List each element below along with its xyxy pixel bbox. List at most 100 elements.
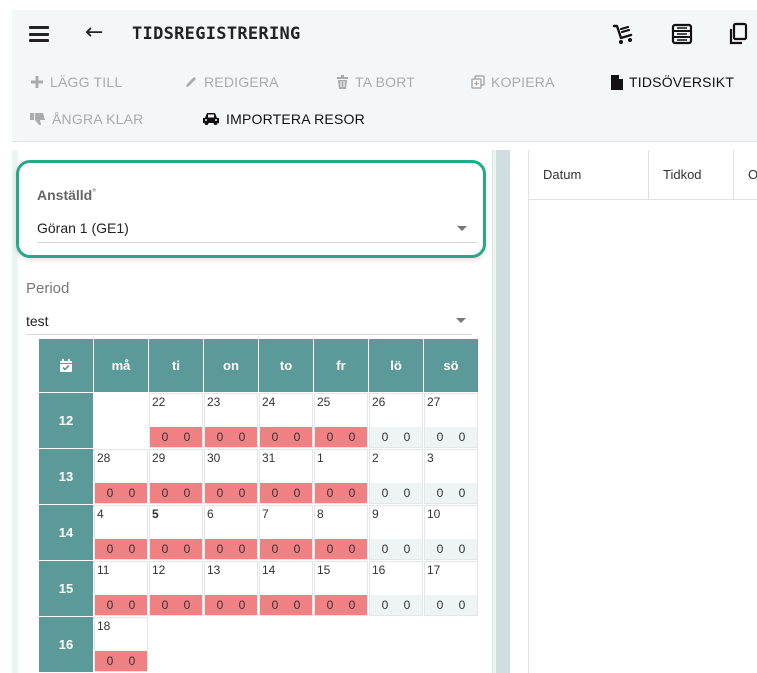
- calendar-day-cell[interactable]: 18 0 0: [94, 617, 148, 672]
- time-overview-button[interactable]: TIDSÖVERSIKT: [611, 74, 734, 90]
- calendar-day-header: to: [259, 339, 313, 392]
- scheduled-hours: 0: [238, 430, 246, 444]
- copy-button[interactable]: KOPIERA: [471, 74, 555, 90]
- calendar-day-cell[interactable]: 25 0 0: [314, 393, 368, 448]
- calendar-day-cell[interactable]: 27 0 0: [424, 393, 478, 448]
- chevron-down-icon[interactable]: [456, 318, 466, 323]
- import-trips-label: IMPORTERA RESOR: [226, 111, 365, 127]
- calendar-day-cell[interactable]: 10 0 0: [424, 505, 478, 560]
- week-number[interactable]: 14: [39, 505, 93, 560]
- day-hours: 00: [370, 539, 422, 559]
- day-number: 29: [152, 451, 166, 465]
- calendar-day-header: on: [204, 339, 258, 392]
- add-button[interactable]: LÄGG TILL: [30, 74, 122, 90]
- column-header-date[interactable]: Datum: [529, 150, 649, 200]
- calendar-day-cell[interactable]: 2 00: [369, 449, 423, 504]
- day-number: 26: [372, 395, 386, 409]
- cart-icon[interactable]: [611, 22, 635, 46]
- plus-icon: [31, 76, 43, 88]
- reported-hours: 0: [106, 598, 114, 612]
- calendar-day-cell[interactable]: 9 00: [369, 505, 423, 560]
- reported-hours: 0: [436, 486, 444, 500]
- scheduled-hours: 0: [403, 542, 411, 556]
- day-hours: 00: [370, 427, 422, 447]
- menu-icon[interactable]: [29, 26, 49, 42]
- calendar-day-cell[interactable]: 17 0 0: [424, 561, 478, 616]
- calendar-day-cell[interactable]: 24 0 0: [259, 393, 313, 448]
- calendar-day-cell[interactable]: 1 00: [314, 449, 368, 504]
- day-number: 18: [97, 619, 111, 633]
- week-number[interactable]: 13: [39, 449, 93, 504]
- reported-hours: 0: [161, 598, 169, 612]
- scheduled-hours: 0: [183, 430, 191, 444]
- calendar-day-cell[interactable]: 26 0 0: [369, 393, 423, 448]
- calendar-day-cell[interactable]: 11 0 0: [94, 561, 148, 616]
- calendar-day-cell[interactable]: 22 0 0: [149, 393, 203, 448]
- scheduled-hours: 0: [458, 542, 466, 556]
- scheduled-hours: 0: [348, 542, 356, 556]
- column-header-other[interactable]: O: [734, 150, 757, 200]
- day-hours: 00: [260, 595, 312, 615]
- day-hours: 00: [260, 427, 312, 447]
- toolbar: LÄGG TILL REDIGERA TA BORT KOPIERA TIDSÖ…: [12, 58, 757, 142]
- calendar-day-cell[interactable]: 6 00: [204, 505, 258, 560]
- day-number: 4: [97, 507, 104, 521]
- calendar-day-cell[interactable]: 5 00: [149, 505, 203, 560]
- time-overview-label: TIDSÖVERSIKT: [629, 74, 735, 90]
- calendar-day-cell[interactable]: 7 00: [259, 505, 313, 560]
- calendar-day-cell[interactable]: 8 00: [314, 505, 368, 560]
- list-icon[interactable]: [670, 22, 694, 46]
- calendar-day-cell[interactable]: 13 0 0: [204, 561, 258, 616]
- scheduled-hours: 0: [183, 598, 191, 612]
- back-arrow-icon[interactable]: ←: [85, 20, 103, 46]
- week-number[interactable]: 16: [39, 617, 93, 672]
- chevron-down-icon[interactable]: [457, 226, 467, 231]
- day-number: 25: [317, 395, 331, 409]
- scheduled-hours: 0: [403, 598, 411, 612]
- calendar-day-cell[interactable]: 30 0 0: [204, 449, 258, 504]
- week-number[interactable]: 15: [39, 561, 93, 616]
- delete-button[interactable]: TA BORT: [336, 74, 415, 90]
- day-hours: 00: [260, 483, 312, 503]
- period-label: Period: [26, 280, 70, 297]
- calendar-day-cell[interactable]: 4 00: [94, 505, 148, 560]
- day-hours: 00: [95, 483, 147, 503]
- week-number[interactable]: 12: [39, 393, 93, 448]
- employee-select[interactable]: Göran 1 (GE1): [37, 220, 129, 236]
- scheduled-hours: 0: [128, 486, 136, 500]
- calendar-day-cell[interactable]: 29 0 0: [149, 449, 203, 504]
- period-select[interactable]: test: [26, 313, 49, 329]
- calendar-week-header: [39, 339, 93, 392]
- day-number: 6: [207, 507, 214, 521]
- reported-hours: 0: [326, 430, 334, 444]
- calendar-day-cell[interactable]: 14 0 0: [259, 561, 313, 616]
- calendar-day-cell[interactable]: 28 0 0: [94, 449, 148, 504]
- column-header-timecode[interactable]: Tidkod: [649, 150, 734, 200]
- day-hours: 00: [370, 483, 422, 503]
- calendar-day-cell[interactable]: 23 0 0: [204, 393, 258, 448]
- day-number: 10: [427, 507, 441, 521]
- edit-button[interactable]: REDIGERA: [184, 74, 279, 90]
- copy-icon[interactable]: [726, 22, 750, 46]
- day-hours: 00: [315, 483, 367, 503]
- calendar-day-cell[interactable]: 12 0 0: [149, 561, 203, 616]
- calendar-day-cell[interactable]: 3 00: [424, 449, 478, 504]
- copy-label: KOPIERA: [491, 74, 555, 90]
- calendar-day-cell[interactable]: 16 0 0: [369, 561, 423, 616]
- day-hours: 00: [205, 595, 257, 615]
- import-trips-button[interactable]: IMPORTERA RESOR: [202, 111, 365, 127]
- scheduled-hours: 0: [238, 542, 246, 556]
- day-number: 23: [207, 395, 221, 409]
- calendar-day-cell[interactable]: 15 0 0: [314, 561, 368, 616]
- day-hours: 00: [370, 595, 422, 615]
- reported-hours: 0: [216, 542, 224, 556]
- calendar-day-cell[interactable]: 31 0 0: [259, 449, 313, 504]
- day-number: 8: [317, 507, 324, 521]
- reported-hours: 0: [216, 598, 224, 612]
- undo-done-button[interactable]: ÅNGRA KLAR: [30, 111, 143, 127]
- day-hours: 00: [95, 651, 147, 671]
- day-number: 5: [152, 507, 159, 521]
- scrollbar[interactable]: [496, 150, 510, 673]
- scheduled-hours: 0: [183, 542, 191, 556]
- add-label: LÄGG TILL: [50, 74, 123, 90]
